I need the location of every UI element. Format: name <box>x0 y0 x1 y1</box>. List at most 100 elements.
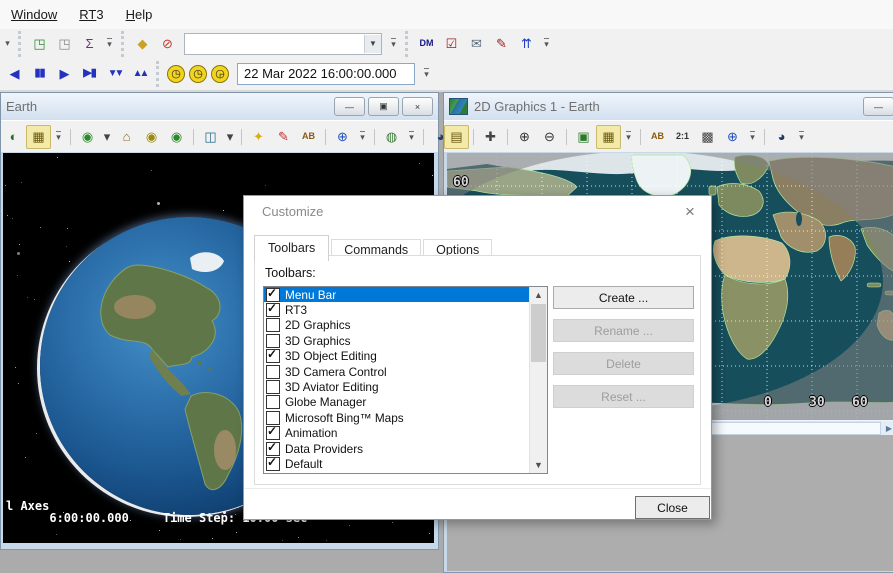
toolbar-list-item[interactable]: Globe Manager <box>264 395 530 410</box>
toolbar-checkbox[interactable] <box>266 442 280 456</box>
toolbar-checkbox[interactable] <box>266 380 280 394</box>
toolbars-listbox[interactable]: Menu Bar RT3 2D Graphics 3D Graphics 3D … <box>263 286 548 474</box>
rename-button[interactable]: Rename ... <box>553 319 694 342</box>
report-edit-icon[interactable]: ✎ <box>489 32 514 56</box>
animation-time-field[interactable]: 22 Mar 2022 16:00:00.000 <box>237 63 415 85</box>
terrain-globe-icon[interactable]: ◕ <box>769 125 794 149</box>
toolbar-list-item[interactable]: 3D Camera Control <box>264 364 530 379</box>
separator[interactable] <box>419 125 428 149</box>
toolbar-list-item[interactable]: 3D Aviator Editing <box>264 379 530 394</box>
toolbar-checkbox[interactable] <box>266 303 280 317</box>
separator[interactable] <box>321 125 330 149</box>
flashlight-icon[interactable]: ✦ <box>246 125 271 149</box>
dropdown-arrow-icon[interactable]: ▾ <box>223 125 237 149</box>
separator[interactable] <box>469 125 478 149</box>
two-point-vector-icon[interactable]: ◳ <box>27 32 52 56</box>
globe-web-icon[interactable]: ⊕ <box>720 125 745 149</box>
scale-ratio-icon[interactable]: 2:1 <box>670 125 695 149</box>
toolbar-checkbox[interactable] <box>266 334 280 348</box>
toolbar-list-item[interactable]: Default <box>264 456 530 471</box>
globe-lock-icon[interactable]: ◍ <box>379 125 404 149</box>
scroll-right-icon[interactable]: ▶ <box>881 421 893 436</box>
data-flow-arrows-icon[interactable]: ⇈ <box>514 32 539 56</box>
window-titlebar[interactable]: Earth —▣× <box>1 93 438 120</box>
tab-toolbars[interactable]: Toolbars <box>254 235 329 261</box>
save-map-icon[interactable]: ▦ <box>596 125 621 149</box>
pick-tool-icon[interactable]: ◆ <box>130 32 155 56</box>
sum-vector-refresh-icon[interactable]: Σ <box>77 32 102 56</box>
toolbar-checkbox[interactable] <box>266 395 280 409</box>
scroll-down-icon[interactable]: ▼ <box>530 457 547 473</box>
separator[interactable] <box>237 125 246 149</box>
separator[interactable] <box>189 125 198 149</box>
north-view-icon[interactable]: ◉ <box>139 125 164 149</box>
vector-combobox[interactable]: ▼ <box>184 33 382 55</box>
toolbar-checkbox[interactable] <box>266 365 280 379</box>
toolbar-overflow-icon[interactable]: ▾ <box>1 33 14 55</box>
toolbar-overflow-icon[interactable]: ▾ <box>404 125 419 149</box>
toolbar-overflow-icon[interactable]: ▾ <box>794 125 809 149</box>
list-scrollbar[interactable]: ▲ ▼ <box>529 287 547 473</box>
scroll-up-icon[interactable]: ▲ <box>530 287 547 303</box>
ruler-ab-icon[interactable]: AB <box>296 125 321 149</box>
separator[interactable] <box>370 125 379 149</box>
separator[interactable] <box>503 125 512 149</box>
separator[interactable] <box>66 125 75 149</box>
toolbar-checkbox[interactable] <box>266 318 280 332</box>
menu-rt3[interactable]: RT3 <box>68 3 114 26</box>
clock-off-icon[interactable]: ◶ <box>209 63 231 85</box>
toolbar-overflow-icon[interactable]: ▾ <box>51 125 66 149</box>
menu-window[interactable]: Window <box>0 3 68 26</box>
delete-button[interactable]: Delete <box>553 352 694 375</box>
camera-snapshot-icon[interactable]: ▣ <box>571 125 596 149</box>
toolbar-overflow-icon[interactable]: ▾ <box>386 32 401 56</box>
two-point-vector-gray-icon[interactable]: ◳ <box>52 32 77 56</box>
down-view-icon[interactable]: ◉ <box>164 125 189 149</box>
step-forward-icon[interactable]: ▶▮ <box>77 62 102 86</box>
separator[interactable] <box>636 125 645 149</box>
restore-button[interactable]: ▣ <box>368 97 399 116</box>
toolbar-overflow-icon[interactable]: ▾ <box>419 62 434 86</box>
minimize-button[interactable]: — <box>334 97 365 116</box>
toolbar-list-item[interactable]: Data Providers <box>264 441 530 456</box>
globe-icon[interactable]: ◐ <box>1 125 26 149</box>
create-button[interactable]: Create ... <box>553 286 694 309</box>
clock-icon[interactable]: ◷ <box>187 63 209 85</box>
toolbar-overflow-icon[interactable]: ▾ <box>102 32 117 56</box>
message-viewer-icon[interactable]: ✉ <box>464 32 489 56</box>
toolbar-list-item[interactable]: RT3 <box>264 302 530 317</box>
toolbar-overflow-icon[interactable]: ▾ <box>621 125 636 149</box>
home-view-icon[interactable]: ⌂ <box>114 125 139 149</box>
pause-icon[interactable]: ▮▮ <box>27 62 52 86</box>
toolbar-list-item[interactable]: Microsoft Bing™ Maps <box>264 410 530 425</box>
play-icon[interactable]: ▶ <box>52 62 77 86</box>
toolbar-list-item[interactable]: Animation <box>264 426 530 441</box>
window-titlebar[interactable]: 2D Graphics 1 - Earth — <box>444 93 893 120</box>
increase-time-step-icon[interactable]: ▲▲ <box>127 62 152 86</box>
zoom-in-icon[interactable]: ⊕ <box>512 125 537 149</box>
toolbar-list-item[interactable]: Menu Bar <box>264 287 530 302</box>
realtime-clock-icon[interactable]: ◷ <box>165 63 187 85</box>
separator[interactable] <box>760 125 769 149</box>
dialog-titlebar[interactable]: Customize × <box>244 196 711 227</box>
save-scene-icon[interactable]: ▦ <box>26 125 51 149</box>
scrollbar-thumb[interactable] <box>531 304 546 362</box>
close-button[interactable]: × <box>402 97 433 116</box>
separator[interactable] <box>562 125 571 149</box>
decrease-time-step-icon[interactable]: ▼▼ <box>102 62 127 86</box>
step-back-icon[interactable]: ◀ <box>2 62 27 86</box>
ruler-ab-icon[interactable]: AB <box>645 125 670 149</box>
pick-clear-icon[interactable]: ⊘ <box>155 32 180 56</box>
toolbar-checkbox[interactable] <box>266 457 280 471</box>
minimize-button[interactable]: — <box>863 97 893 116</box>
toolbar-checkbox[interactable] <box>266 426 280 440</box>
report-check-icon[interactable]: ☑ <box>439 32 464 56</box>
toolbar-overflow-icon[interactable]: ▾ <box>539 32 554 56</box>
toolbar-list-item[interactable]: 3D Graphics <box>264 333 530 348</box>
toolbar-checkbox[interactable] <box>266 349 280 363</box>
toolbar-checkbox[interactable] <box>266 411 280 425</box>
reset-button[interactable]: Reset ... <box>553 385 694 408</box>
globe-web-icon[interactable]: ⊕ <box>330 125 355 149</box>
toolbar-overflow-icon[interactable]: ▾ <box>745 125 760 149</box>
close-button[interactable]: Close <box>635 496 710 519</box>
